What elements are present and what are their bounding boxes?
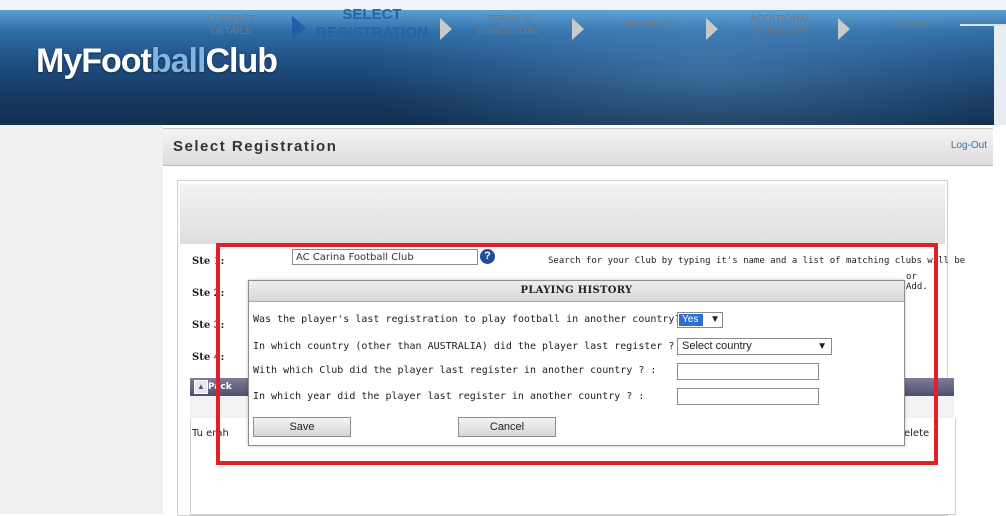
- step-label-line2: DETAILS: [210, 26, 252, 37]
- step-label-line1: PAYMENT: [626, 20, 674, 31]
- step-contact-details: CONTACT DETAILS: [196, 14, 266, 38]
- step-arrow-icon: [440, 18, 452, 40]
- banner-edge: [994, 26, 1006, 125]
- site-logo[interactable]: MyFootballClub: [36, 42, 278, 81]
- step-terms-conditions: TERMS & CONDITIONS: [464, 14, 554, 38]
- collapse-arrow-icon[interactable]: ▲: [194, 380, 208, 394]
- step-select-registration: SELECT REGISTRATION: [308, 6, 436, 42]
- page-title: Select Registration: [173, 138, 338, 155]
- left-margin: [0, 125, 163, 514]
- step-arrow-icon: [706, 18, 718, 40]
- step-label-line1: SELECT: [342, 6, 402, 23]
- logout-link[interactable]: Log-Out: [951, 140, 987, 151]
- step-label-line1: CONTACT: [207, 14, 255, 25]
- step-payment: PAYMENT: [610, 20, 690, 32]
- logo-text-club: Club: [205, 42, 278, 80]
- top-stripe: [0, 0, 1006, 10]
- step-label-line1: ADDITIONAL: [749, 14, 812, 25]
- highlight-box: [216, 243, 938, 465]
- step-label-line1: TERMS &: [486, 14, 532, 25]
- progress-steps: [180, 184, 945, 244]
- step-label-line2: QUESTIONS: [751, 26, 811, 37]
- step-finish: FINISH: [876, 20, 946, 32]
- step-label-line1: FINISH: [894, 20, 928, 31]
- step-arrow-active-icon: [292, 16, 306, 40]
- page-title-bar: Select Registration Log-Out: [163, 128, 993, 166]
- step-arrow-icon: [572, 18, 584, 40]
- logo-text-my: MyFoot: [36, 42, 152, 80]
- step-additional-questions: ADDITIONAL QUESTIONS: [736, 14, 826, 38]
- step-label-line2: REGISTRATION: [315, 24, 429, 41]
- step-label-line2: CONDITIONS: [477, 26, 541, 37]
- step-arrow-icon: [838, 18, 850, 40]
- logo-text-ball: ball: [150, 42, 207, 80]
